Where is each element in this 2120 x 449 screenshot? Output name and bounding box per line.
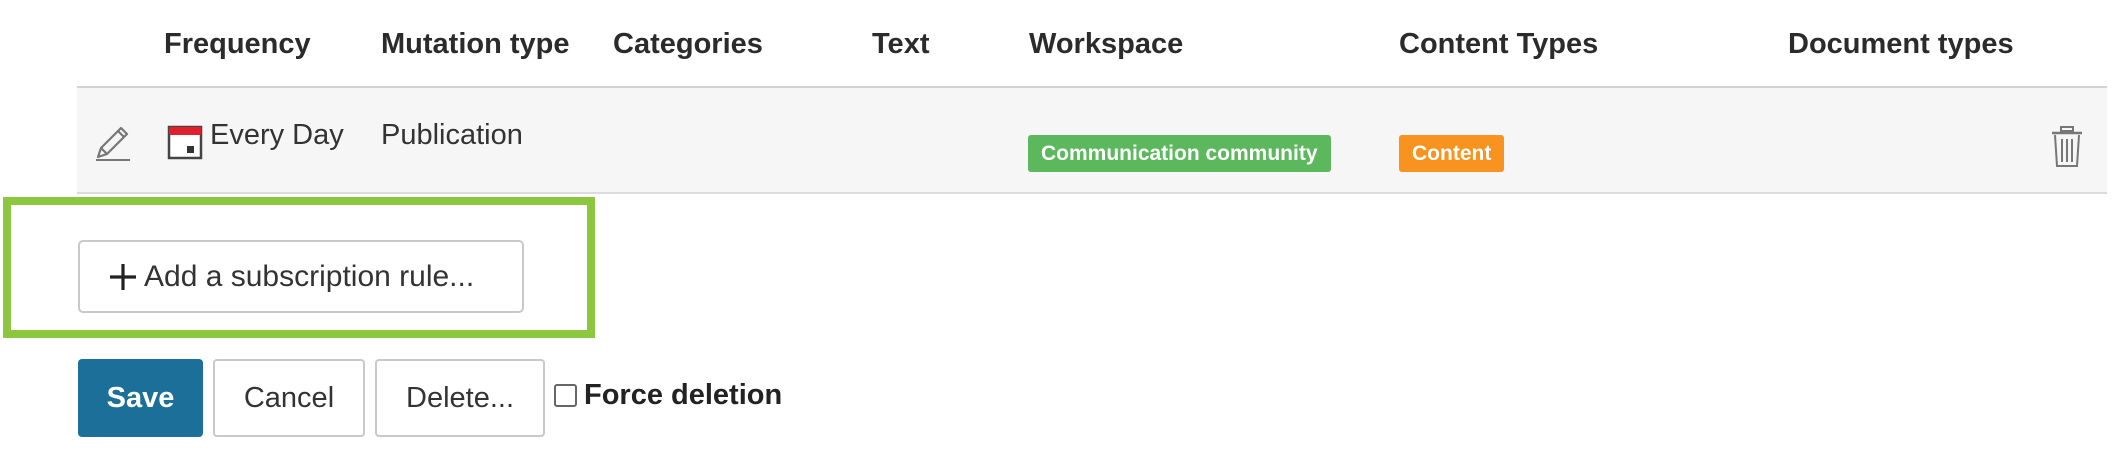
column-header-categories: Categories <box>613 28 763 60</box>
plus-icon <box>110 263 136 290</box>
column-header-text: Text <box>872 28 930 60</box>
column-header-frequency: Frequency <box>164 28 311 60</box>
force-deletion-option[interactable]: Force deletion <box>554 379 782 412</box>
cancel-button[interactable]: Cancel <box>213 359 365 437</box>
table-row: Every Day Publication Communication comm… <box>77 88 2107 194</box>
subscription-rules-table: Frequency Mutation type Categories Text … <box>77 0 2107 194</box>
column-header-mutation-type: Mutation type <box>381 28 570 60</box>
mutation-type-value: Publication <box>381 119 523 151</box>
calendar-icon <box>167 125 203 160</box>
delete-button[interactable]: Delete... <box>375 359 545 437</box>
workspace-badge: Communication community <box>1028 135 1331 172</box>
content-type-badge: Content <box>1399 135 1505 172</box>
column-header-workspace: Workspace <box>1029 28 1184 60</box>
trash-icon[interactable] <box>2050 125 2084 169</box>
add-subscription-rule-button[interactable]: Add a subscription rule... <box>78 240 524 313</box>
table-header: Frequency Mutation type Categories Text … <box>77 0 2107 88</box>
force-deletion-label[interactable]: Force deletion <box>584 379 782 412</box>
add-subscription-rule-label: Add a subscription rule... <box>144 259 475 293</box>
save-button[interactable]: Save <box>78 359 203 437</box>
force-deletion-checkbox[interactable] <box>554 384 577 407</box>
pencil-icon[interactable] <box>92 121 134 163</box>
column-header-document-types: Document types <box>1788 28 2014 60</box>
frequency-value: Every Day <box>210 119 344 151</box>
column-header-content-types: Content Types <box>1399 28 1599 60</box>
